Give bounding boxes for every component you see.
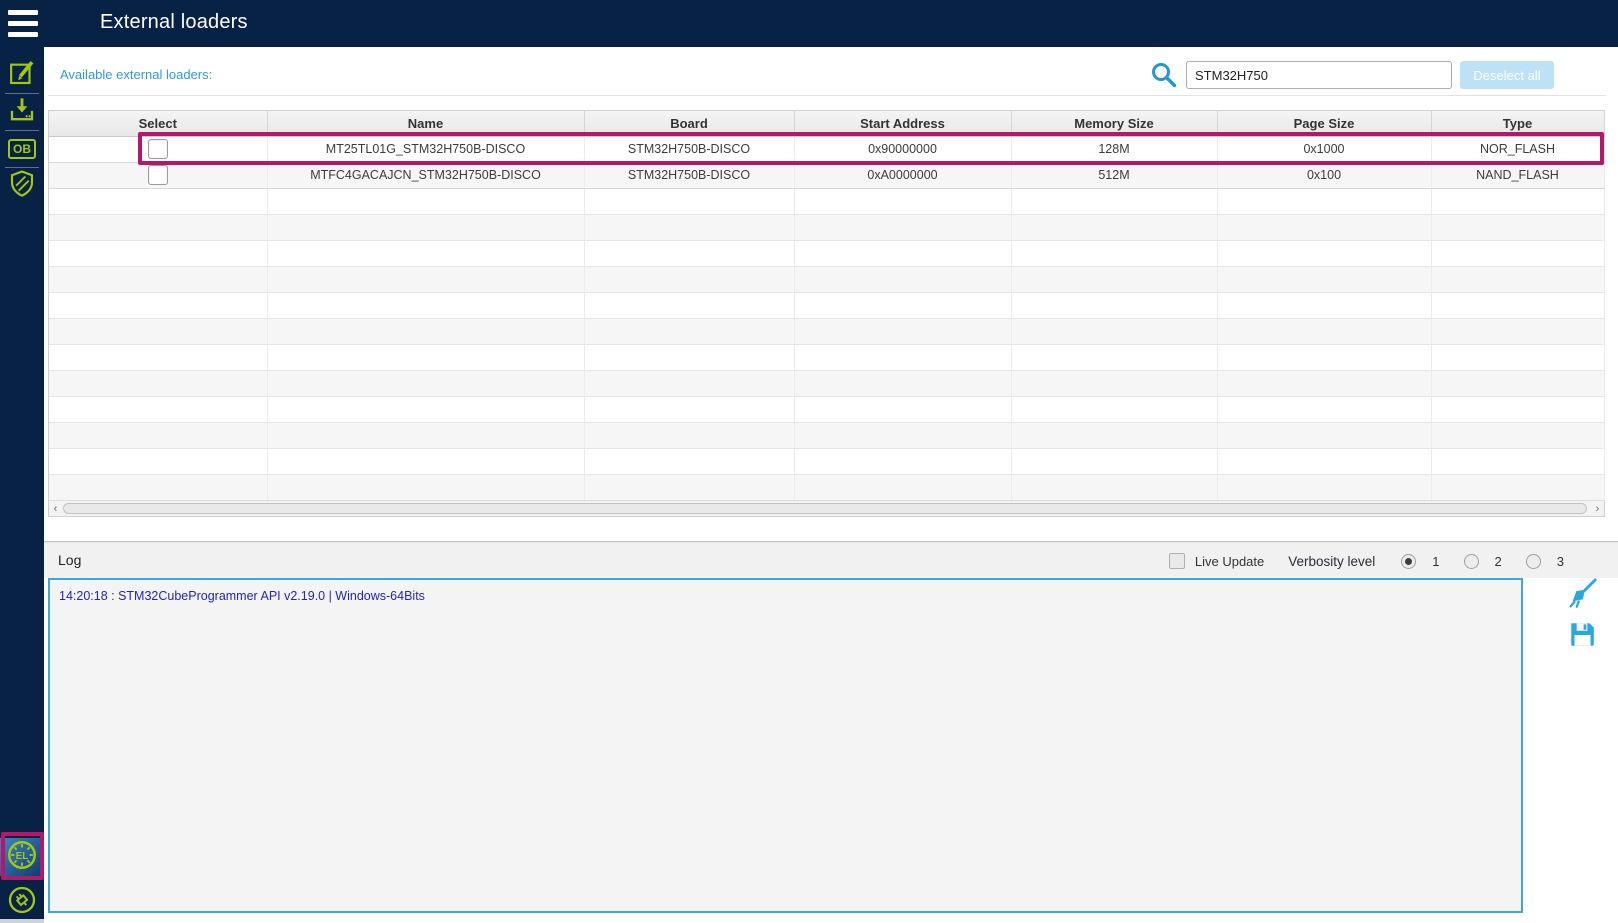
table-row-empty bbox=[49, 474, 1605, 501]
cell-page-size: 0x100 bbox=[1217, 162, 1432, 189]
table-row-empty bbox=[49, 344, 1605, 371]
floppy-save-icon bbox=[1567, 619, 1597, 654]
shield-icon bbox=[7, 169, 37, 204]
table-row-empty bbox=[49, 318, 1605, 345]
log-title: Log bbox=[58, 552, 82, 568]
scrollbar-thumb[interactable] bbox=[63, 503, 1587, 514]
sidebar-item-probe-connector[interactable] bbox=[0, 884, 44, 920]
cell-start-address: 0xA0000000 bbox=[794, 162, 1012, 189]
scroll-left-arrow[interactable]: ‹ bbox=[49, 501, 62, 516]
verbosity-radio-1-label: 1 bbox=[1432, 553, 1440, 569]
verbosity-radio-3[interactable] bbox=[1525, 553, 1541, 569]
cell-name: MT25TL01G_STM32H750B-DISCO bbox=[267, 136, 585, 163]
cell-name: MTFC4GACAJCN_STM32H750B-DISCO bbox=[267, 162, 585, 189]
row-checkbox[interactable] bbox=[147, 165, 168, 185]
table-row-empty bbox=[49, 422, 1605, 449]
ob-icon: OB bbox=[8, 139, 36, 159]
cell-memory-size: 512M bbox=[1011, 162, 1218, 189]
table-row-mtfc4gacajcn: MTFC4GACAJCN_STM32H750B-DISCO STM32H750B… bbox=[49, 162, 1605, 189]
col-header-board[interactable]: Board bbox=[584, 111, 795, 137]
sidebar-bottom-edge bbox=[0, 919, 44, 923]
main-content: Available external loaders: Deselect all… bbox=[44, 47, 1618, 923]
table-row-empty bbox=[49, 448, 1605, 475]
table-row-empty bbox=[49, 240, 1605, 267]
broom-icon bbox=[1565, 577, 1599, 616]
live-update-checkbox[interactable] bbox=[1168, 553, 1185, 569]
verbosity-level-label: Verbosity level bbox=[1288, 553, 1376, 569]
scroll-right-arrow[interactable]: › bbox=[1591, 501, 1604, 516]
hamburger-menu-icon[interactable] bbox=[8, 10, 38, 37]
col-header-type[interactable]: Type bbox=[1431, 111, 1605, 137]
section-rule bbox=[48, 95, 1606, 96]
available-loaders-label: Available external loaders: bbox=[60, 67, 213, 82]
verbosity-radio-1[interactable] bbox=[1401, 553, 1417, 569]
connector-icon bbox=[6, 884, 38, 921]
table-header-row: Select Name Board Start Address Memory S… bbox=[49, 111, 1605, 137]
col-header-name[interactable]: Name bbox=[267, 111, 585, 137]
loader-table-body: MT25TL01G_STM32H750B-DISCO STM32H750B-DI… bbox=[49, 136, 1605, 501]
sidebar-item-external-loaders[interactable]: EL bbox=[0, 838, 44, 876]
svg-text:EL: EL bbox=[16, 850, 29, 861]
deselect-all-button[interactable]: Deselect all bbox=[1460, 61, 1554, 89]
cell-type: NAND_FLASH bbox=[1431, 162, 1605, 189]
save-log-button[interactable] bbox=[1565, 620, 1599, 652]
table-row-empty bbox=[49, 396, 1605, 423]
log-output[interactable]: 14:20:18 : STM32CubeProgrammer API v2.19… bbox=[48, 578, 1523, 913]
sidebar-item-secure-programming[interactable] bbox=[0, 168, 44, 204]
horizontal-scrollbar[interactable]: ‹ › bbox=[49, 500, 1604, 516]
download-icon bbox=[7, 95, 37, 130]
sidebar-item-option-bytes[interactable]: OB bbox=[0, 131, 44, 167]
cell-type: NOR_FLASH bbox=[1431, 136, 1605, 163]
table-row-empty bbox=[49, 214, 1605, 241]
log-header: Log Live Update Verbosity level 1 2 3 bbox=[44, 544, 1618, 578]
cell-board: STM32H750B-DISCO bbox=[584, 136, 795, 163]
loaders-table: Select Name Board Start Address Memory S… bbox=[48, 110, 1605, 517]
row-checkbox[interactable] bbox=[147, 139, 168, 159]
sidebar-item-memory-file-edition[interactable] bbox=[0, 57, 44, 93]
clear-log-button[interactable] bbox=[1565, 577, 1599, 612]
col-header-memory-size[interactable]: Memory Size bbox=[1011, 111, 1218, 137]
page-title: External loaders bbox=[100, 11, 248, 33]
verbosity-radio-2[interactable] bbox=[1463, 553, 1479, 569]
sidebar-item-erasing-programming[interactable] bbox=[0, 94, 44, 130]
search-input[interactable] bbox=[1186, 61, 1452, 89]
cell-start-address: 0x90000000 bbox=[794, 136, 1012, 163]
table-row-empty bbox=[49, 370, 1605, 397]
verbosity-radio-3-label: 3 bbox=[1556, 553, 1564, 569]
verbosity-radio-2-label: 2 bbox=[1494, 553, 1502, 569]
cell-memory-size: 128M bbox=[1011, 136, 1218, 163]
top-bar: External loaders bbox=[0, 0, 1618, 47]
live-update-label: Live Update bbox=[1194, 553, 1265, 569]
cell-page-size: 0x1000 bbox=[1217, 136, 1432, 163]
table-row-mt25tl01g: MT25TL01G_STM32H750B-DISCO STM32H750B-DI… bbox=[49, 136, 1605, 163]
cell-board: STM32H750B-DISCO bbox=[584, 162, 795, 189]
log-entry: 14:20:18 : STM32CubeProgrammer API v2.19… bbox=[59, 589, 425, 603]
search-icon bbox=[1150, 61, 1178, 89]
col-header-start-address[interactable]: Start Address bbox=[794, 111, 1012, 137]
el-chip-icon: EL bbox=[5, 838, 39, 877]
table-row-empty bbox=[49, 188, 1605, 215]
table-row-empty bbox=[49, 266, 1605, 293]
table-row-empty bbox=[49, 292, 1605, 319]
sidebar: OB EL bbox=[0, 47, 44, 923]
col-header-select[interactable]: Select bbox=[49, 111, 268, 137]
col-header-page-size[interactable]: Page Size bbox=[1217, 111, 1432, 137]
pencil-square-icon bbox=[7, 58, 37, 93]
